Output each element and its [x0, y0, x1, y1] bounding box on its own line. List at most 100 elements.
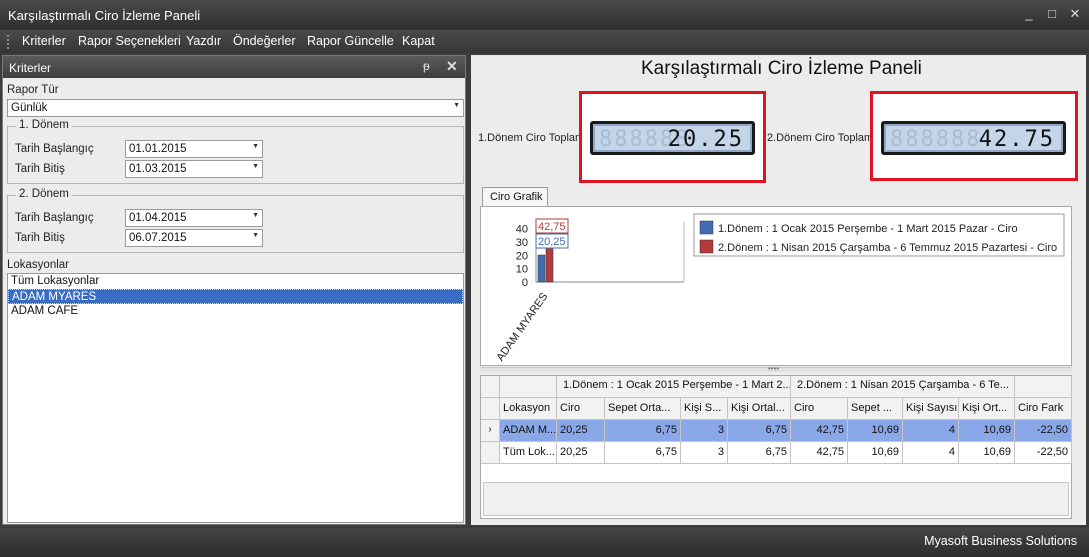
column-header[interactable]: Kişi Ortal...: [728, 398, 791, 420]
data-label: 42,75: [538, 221, 566, 233]
donem2-end-date[interactable]: 06.07.2015 ▼: [125, 229, 263, 247]
column-header[interactable]: Kişi Sayısı: [903, 398, 959, 420]
rapor-tur-label: Rapor Tür: [7, 84, 59, 96]
column-header[interactable]: Kişi S...: [681, 398, 728, 420]
column-header[interactable]: Kişi Ort...: [959, 398, 1015, 420]
list-item[interactable]: Tüm Lokasyonlar: [8, 274, 463, 289]
table-cell[interactable]: 10,69: [848, 420, 903, 442]
table-cell[interactable]: 3: [681, 420, 728, 442]
donem1-end-date[interactable]: 01.03.2015 ▼: [125, 160, 263, 178]
main-panel: Karşılaştırmalı Ciro İzleme Paneli 1.Dön…: [471, 55, 1086, 525]
category-label: ADAM MYARES: [494, 291, 550, 364]
table-cell[interactable]: ADAM M...: [500, 420, 557, 442]
column-header[interactable]: Ciro: [557, 398, 605, 420]
page-title: Karşılaştırmalı Ciro İzleme Paneli: [641, 58, 922, 79]
data-label: 20,25: [538, 236, 566, 248]
y-tick-label: 20: [516, 250, 528, 262]
ciro1-value: 20.25: [667, 127, 744, 152]
lcd-ghost-digits: 888888: [890, 127, 982, 152]
menu-kriterler[interactable]: Kriterler: [22, 34, 66, 48]
table-cell[interactable]: 20,25: [557, 442, 605, 464]
legend-swatch: [699, 239, 714, 254]
chevron-down-icon: ▼: [252, 232, 259, 239]
donem2-end-label: Tarih Bitiş: [15, 232, 65, 244]
donem2-start-label: Tarih Başlangıç: [15, 212, 94, 224]
legend-label: 1.Dönem : 1 Ocak 2015 Perşembe - 1 Mart …: [718, 223, 1018, 235]
company-name: Myasoft Business Solutions: [924, 534, 1077, 548]
menu-kapat[interactable]: Kapat: [402, 34, 435, 48]
grid-corner: [481, 376, 500, 398]
window-title: Karşılaştırmalı Ciro İzleme Paneli: [8, 8, 201, 23]
grid-footer: [483, 482, 1069, 516]
chevron-down-icon: ▼: [252, 143, 259, 150]
pin-icon[interactable]: ᵽ: [423, 59, 430, 73]
table-cell[interactable]: 42,75: [791, 442, 848, 464]
close-panel-icon[interactable]: ✕: [446, 58, 458, 75]
table-cell[interactable]: 10,69: [959, 420, 1015, 442]
column-header[interactable]: Sepet Orta...: [605, 398, 681, 420]
donem1-start-value: 01.01.2015: [129, 143, 187, 155]
chevron-down-icon: ▼: [252, 212, 259, 219]
donem2-group: 2. Dönem Tarih Başlangıç 01.04.2015 ▼ Ta…: [7, 188, 464, 253]
table-cell[interactable]: 6,75: [605, 442, 681, 464]
list-item-selected[interactable]: ADAM MYARES: [8, 289, 463, 304]
table-cell[interactable]: 4: [903, 420, 959, 442]
column-header[interactable]: Sepet ...: [848, 398, 903, 420]
rapor-tur-select[interactable]: Günlük ▼: [7, 99, 464, 117]
column-header[interactable]: Ciro Fark: [1015, 398, 1072, 420]
table-cell[interactable]: 6,75: [728, 420, 791, 442]
rapor-tur-value: Günlük: [11, 102, 48, 114]
table-cell[interactable]: 20,25: [557, 420, 605, 442]
y-tick-label: 40: [516, 224, 528, 236]
ciro2-label: 2.Dönem Ciro Toplam: [767, 132, 874, 144]
bar-series-1: [537, 254, 546, 283]
toolbar-grip-icon[interactable]: [7, 35, 13, 49]
splitter-grip-icon: ••••: [768, 364, 780, 373]
data-grid[interactable]: 1.Dönem : 1 Ocak 2015 Perşembe - 1 Mart …: [480, 375, 1072, 519]
donem1-start-label: Tarih Başlangıç: [15, 143, 94, 155]
ciro2-value: 42.75: [978, 127, 1055, 152]
donem1-group: 1. Dönem Tarih Başlangıç 01.01.2015 ▼ Ta…: [7, 119, 464, 184]
row-indicator[interactable]: ›: [481, 420, 500, 442]
criteria-panel: Kriterler ᵽ ✕ Rapor Tür Günlük ▼ 1. Döne…: [2, 55, 466, 525]
minimize-button[interactable]: _: [1020, 5, 1038, 23]
menu-rapor-secenekleri[interactable]: Rapor Seçenekleri: [78, 34, 181, 48]
maximize-button[interactable]: □: [1043, 5, 1061, 23]
y-tick-label: 0: [522, 277, 528, 289]
table-cell[interactable]: -22,50: [1015, 420, 1072, 442]
menu-ondegerler[interactable]: Öndeğerler: [233, 34, 296, 48]
table-cell[interactable]: 6,75: [605, 420, 681, 442]
table-cell[interactable]: 10,69: [959, 442, 1015, 464]
menu-rapor-guncelle[interactable]: Rapor Güncelle: [307, 34, 394, 48]
table-cell[interactable]: 3: [681, 442, 728, 464]
close-button[interactable]: ✕: [1066, 5, 1084, 23]
ciro1-highlight: 888888 20.25: [579, 91, 766, 183]
lokasyon-list[interactable]: Tüm Lokasyonlar ADAM MYARES ADAM CAFE: [7, 273, 464, 523]
table-cell[interactable]: 42,75: [791, 420, 848, 442]
column-header[interactable]: Lokasyon: [500, 398, 557, 420]
donem2-end-value: 06.07.2015: [129, 232, 187, 244]
table-cell[interactable]: 10,69: [848, 442, 903, 464]
donem1-start-date[interactable]: 01.01.2015 ▼: [125, 140, 263, 158]
splitter-handle[interactable]: ••••: [480, 364, 1072, 373]
table-cell[interactable]: Tüm Lok...: [500, 442, 557, 464]
lokasyonlar-label: Lokasyonlar: [7, 259, 70, 271]
donem1-end-label: Tarih Bitiş: [15, 163, 65, 175]
donem2-start-date[interactable]: 01.04.2015 ▼: [125, 209, 263, 227]
chevron-down-icon: ▼: [453, 102, 460, 109]
tab-ciro-grafik[interactable]: Ciro Grafik: [482, 187, 548, 207]
table-cell[interactable]: -22,50: [1015, 442, 1072, 464]
donem2-legend: 2. Dönem: [16, 188, 72, 200]
donem2-start-value: 01.04.2015: [129, 212, 187, 224]
row-indicator[interactable]: [481, 442, 500, 464]
chevron-down-icon: ▼: [252, 163, 259, 170]
chart-svg: 010 203040 42,75 20,25 ADAM MYARES 1.Dönem : …: [494, 213, 1065, 364]
table-cell[interactable]: 6,75: [728, 442, 791, 464]
column-header[interactable]: Ciro: [791, 398, 848, 420]
status-bar: Myasoft Business Solutions: [0, 528, 1089, 557]
menu-yazdir[interactable]: Yazdır: [186, 34, 221, 48]
table-cell[interactable]: 4: [903, 442, 959, 464]
donem1-end-value: 01.03.2015: [129, 163, 187, 175]
ciro2-lcd: 888888 42.75: [881, 121, 1066, 155]
list-item[interactable]: ADAM CAFE: [8, 304, 463, 319]
